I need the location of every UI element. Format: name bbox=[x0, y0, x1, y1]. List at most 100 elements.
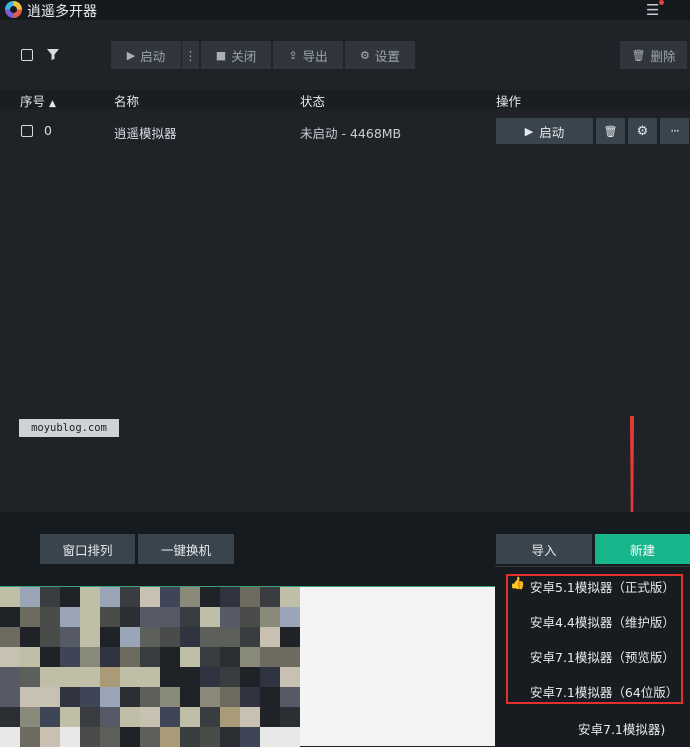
pixel-block bbox=[220, 607, 240, 627]
pixel-block bbox=[140, 587, 160, 607]
pixel-block bbox=[60, 607, 80, 627]
pixel-block bbox=[60, 627, 80, 647]
dropdown-item-partial[interactable]: 安卓7.1模拟器) bbox=[578, 719, 665, 738]
play-icon: ▶ bbox=[524, 124, 534, 138]
pixel-block bbox=[0, 687, 20, 707]
pixel-block bbox=[60, 587, 80, 607]
pixel-block bbox=[220, 707, 240, 727]
pixel-block bbox=[260, 707, 280, 727]
dropdown-item-android71-preview[interactable]: 安卓7.1模拟器（预览版） bbox=[530, 647, 675, 666]
pixel-block bbox=[180, 687, 200, 707]
pixel-block bbox=[160, 687, 180, 707]
pixel-block bbox=[240, 647, 260, 667]
row-start-button[interactable]: ▶ 启动 bbox=[496, 118, 593, 144]
pixel-block bbox=[240, 587, 260, 607]
pixel-block bbox=[260, 667, 280, 687]
pixel-block bbox=[240, 687, 260, 707]
export-icon: ⇪ bbox=[288, 48, 298, 62]
pixel-block bbox=[80, 687, 100, 707]
row-settings-button[interactable]: ⚙ bbox=[628, 118, 657, 144]
pixel-block bbox=[100, 667, 120, 687]
pixel-block bbox=[80, 707, 100, 727]
new-button[interactable]: 新建 bbox=[595, 534, 690, 564]
one-key-switch-button[interactable]: 一键换机 bbox=[138, 534, 234, 564]
app-title: 逍遥多开器 bbox=[27, 4, 97, 20]
pixel-block bbox=[20, 687, 40, 707]
pixel-block bbox=[160, 647, 180, 667]
row-checkbox[interactable] bbox=[21, 125, 33, 137]
row-name: 逍遥模拟器 bbox=[114, 126, 177, 141]
pixel-block bbox=[140, 647, 160, 667]
row-index: 0 bbox=[44, 123, 52, 138]
batch-close-label: 关闭 bbox=[231, 48, 257, 64]
trash-icon: 🗑 bbox=[631, 48, 646, 62]
export-label: 导出 bbox=[302, 48, 328, 64]
pixel-block bbox=[260, 727, 280, 747]
pixel-block bbox=[120, 627, 140, 647]
pixel-block bbox=[180, 607, 200, 627]
pixel-block bbox=[220, 647, 240, 667]
pixel-block bbox=[100, 607, 120, 627]
pixel-block bbox=[280, 607, 300, 627]
notification-dot bbox=[659, 0, 664, 5]
window-arrange-button[interactable]: 窗口排列 bbox=[40, 534, 135, 564]
pixel-block bbox=[20, 607, 40, 627]
menu-icon[interactable]: ☰ bbox=[646, 1, 659, 19]
dropdown-item-android51[interactable]: 安卓5.1模拟器（正式版） bbox=[530, 577, 675, 596]
pixel-block bbox=[0, 627, 20, 647]
pixel-block bbox=[220, 727, 240, 747]
settings-button[interactable]: ⚙ 设置 bbox=[345, 41, 415, 69]
trash-icon: 🗑 bbox=[603, 124, 618, 138]
batch-close-button[interactable]: ■ 关闭 bbox=[201, 41, 271, 69]
pixel-block bbox=[160, 627, 180, 647]
pixel-block bbox=[220, 627, 240, 647]
start-options-button[interactable]: ⋮ bbox=[182, 41, 199, 69]
pixel-block bbox=[260, 607, 280, 627]
select-all-checkbox[interactable] bbox=[21, 49, 33, 61]
pixel-block bbox=[180, 647, 200, 667]
pixel-block bbox=[120, 587, 140, 607]
delete-button[interactable]: 🗑 删除 bbox=[620, 41, 687, 69]
pixel-block bbox=[20, 587, 40, 607]
dropdown-item-android71-64bit[interactable]: 安卓7.1模拟器（64位版） bbox=[530, 682, 678, 701]
batch-start-button[interactable]: ▶ 启动 bbox=[111, 41, 181, 69]
pixel-block bbox=[220, 687, 240, 707]
pixel-block bbox=[20, 667, 40, 687]
row-more-button[interactable]: ··· bbox=[660, 118, 689, 144]
import-button[interactable]: 导入 bbox=[496, 534, 592, 564]
pixel-block bbox=[160, 587, 180, 607]
pixel-block bbox=[40, 667, 60, 687]
pixel-block bbox=[280, 667, 300, 687]
pixel-block bbox=[140, 667, 160, 687]
filter-icon[interactable] bbox=[46, 46, 60, 65]
table-header: 序号 ▲ 名称 状态 操作 bbox=[0, 90, 690, 109]
header-status: 状态 bbox=[300, 94, 326, 109]
stop-icon: ■ bbox=[215, 48, 227, 62]
pixel-block bbox=[200, 667, 220, 687]
pixel-block bbox=[120, 647, 140, 667]
sort-asc-icon: ▲ bbox=[49, 99, 56, 109]
pixel-block bbox=[40, 727, 60, 747]
more-icon: ··· bbox=[670, 124, 680, 138]
header-index[interactable]: 序号 ▲ bbox=[20, 91, 56, 110]
pixel-block bbox=[120, 607, 140, 627]
pixel-block bbox=[160, 667, 180, 687]
pixel-block bbox=[280, 707, 300, 727]
pixel-block bbox=[0, 607, 20, 627]
pixel-block bbox=[240, 667, 260, 687]
pixel-block bbox=[40, 647, 60, 667]
pixel-block bbox=[80, 647, 100, 667]
pixel-block bbox=[280, 627, 300, 647]
dropdown-item-android44[interactable]: 安卓4.4模拟器（维护版） bbox=[530, 612, 675, 631]
pixel-block bbox=[240, 607, 260, 627]
pixel-block bbox=[240, 627, 260, 647]
export-button[interactable]: ⇪ 导出 bbox=[273, 41, 343, 69]
pixel-block bbox=[200, 627, 220, 647]
pixel-block bbox=[80, 587, 100, 607]
pixel-block bbox=[200, 707, 220, 727]
pixel-block bbox=[40, 687, 60, 707]
row-delete-button[interactable]: 🗑 bbox=[596, 118, 625, 144]
pixel-block bbox=[200, 687, 220, 707]
pixel-block bbox=[260, 587, 280, 607]
pixel-block bbox=[100, 587, 120, 607]
